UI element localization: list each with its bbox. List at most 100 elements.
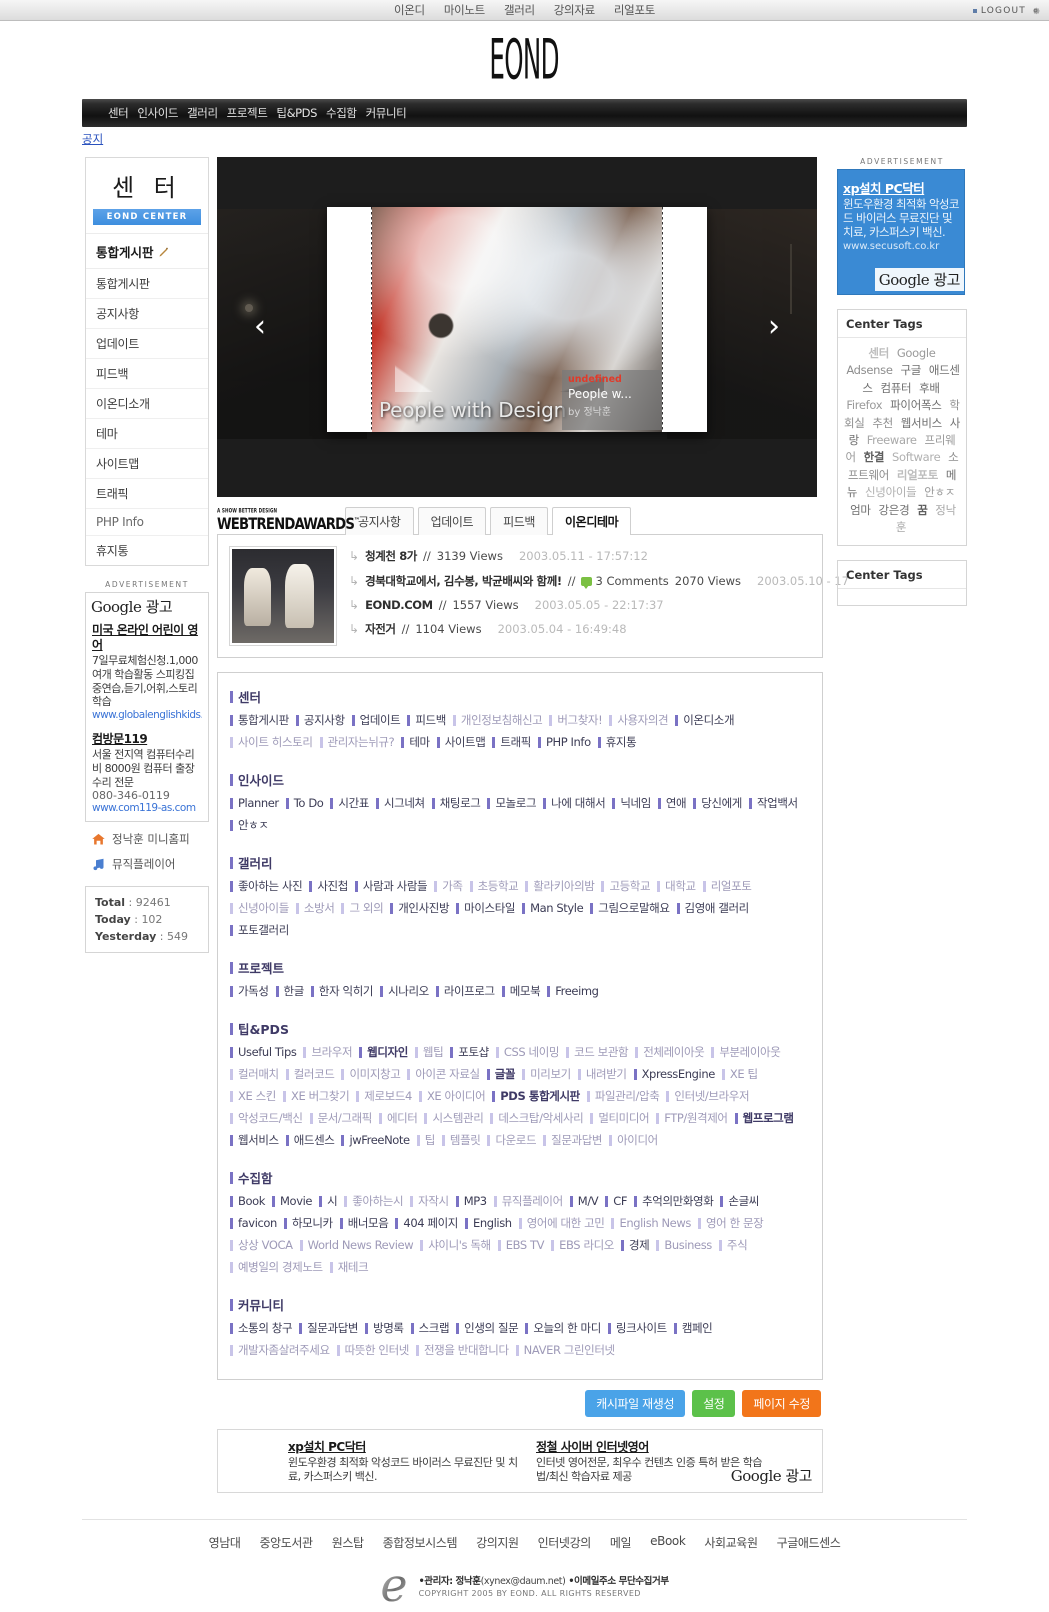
sitemap-link[interactable]: 에디터 [378, 1109, 418, 1129]
right-google-ad[interactable]: xp설치 PC닥터 윈도우환경 최적화 악성코드 바이러스 무료진단 및 치료,… [837, 169, 965, 295]
tab-3[interactable]: 이온디테마 [552, 507, 632, 535]
top-nav-item-0[interactable]: 이온디 [394, 2, 425, 18]
main-nav-item-1[interactable]: 인사이드 [137, 105, 178, 121]
sitemap-link[interactable]: 통합게시판 [230, 711, 289, 731]
sitemap-link[interactable]: CSS 네이밍 [495, 1043, 559, 1063]
regenerate-cache-button[interactable]: 캐시파일 재생성 [585, 1390, 686, 1417]
sitemap-link[interactable]: 전체레이아웃 [635, 1043, 705, 1063]
quick-link-musicplayer[interactable]: 뮤직플레이어 [91, 856, 209, 872]
tag-item[interactable]: 컴퓨터 [880, 381, 911, 395]
sitemap-link[interactable]: 한글 [275, 982, 304, 1002]
ad-title[interactable]: 정철 사이버 인터넷영어 [536, 1440, 766, 1455]
post-title[interactable]: 자전거 [365, 621, 396, 637]
footer-nav-item[interactable]: 강의지원 [476, 1534, 519, 1551]
top-nav-item-4[interactable]: 리얼포토 [614, 2, 655, 18]
sitemap-link[interactable]: EBS 라디오 [551, 1236, 614, 1256]
ad-url[interactable]: www.com119-as.com [92, 802, 202, 814]
sitemap-link[interactable]: 시나리오 [380, 982, 429, 1002]
sitemap-link[interactable]: 손글씨 [720, 1192, 759, 1212]
sitemap-link[interactable]: Planner [230, 794, 279, 814]
sitemap-link[interactable]: 코드 보관함 [566, 1043, 629, 1063]
sitemap-link[interactable]: 템플릿 [441, 1131, 481, 1151]
sub-nav-notice-link[interactable]: 공지 [82, 132, 103, 146]
sitemap-link[interactable]: 채팅로그 [431, 794, 481, 814]
top-nav-item-2[interactable]: 갤러리 [504, 2, 535, 18]
sitemap-link[interactable]: 사진첩 [309, 877, 348, 897]
footer-nav-item[interactable]: eBook [650, 1534, 686, 1551]
sitemap-link[interactable]: 주식 [718, 1236, 748, 1256]
sitemap-link[interactable]: 팁 [416, 1131, 435, 1151]
sitemap-link[interactable]: 메모북 [501, 982, 541, 1002]
sitemap-link[interactable]: 개인사진방 [390, 899, 450, 919]
sitemap-link[interactable]: 이미지창고 [341, 1065, 401, 1085]
logout-button[interactable]: LOGOUT [972, 0, 1041, 21]
tag-item[interactable]: 후배 [919, 381, 940, 395]
sitemap-link[interactable]: 안ㅎㅈ [230, 816, 269, 836]
sitemap-link[interactable]: 모놀로그 [487, 794, 537, 814]
tag-item[interactable]: 강은경 [879, 503, 910, 517]
tag-item[interactable]: 파이어폭스 [890, 398, 942, 412]
footer-nav-item[interactable]: 영남대 [209, 1534, 241, 1551]
sitemap-link[interactable]: 경제 [621, 1236, 650, 1256]
sitemap-link[interactable]: 가독성 [230, 982, 269, 1002]
sitemap-link[interactable]: PHP Info [537, 733, 591, 753]
footer-nav-item[interactable]: 사회교육원 [704, 1534, 758, 1551]
ad-url[interactable]: www.globalenglishkids.c [92, 709, 202, 721]
tag-item[interactable]: 리얼포토 [897, 468, 938, 482]
sitemap-link[interactable]: EBS TV [497, 1236, 545, 1256]
post-title[interactable]: 청계천 8가 [365, 548, 417, 564]
sitemap-link[interactable]: 사람과 사람들 [354, 877, 428, 897]
ad-title[interactable]: xp설치 PC닥터 [838, 170, 964, 197]
footer-nav-item[interactable]: 인터넷강의 [538, 1534, 592, 1551]
sitemap-link[interactable]: 리얼포토 [702, 877, 752, 897]
tag-item[interactable]: 구글 [900, 363, 921, 377]
sitemap-link[interactable]: 마이스타일 [456, 899, 515, 919]
ad-title[interactable]: xp설치 PC닥터 [288, 1440, 518, 1455]
ad-url[interactable]: www.secusoft.co.kr [838, 239, 964, 252]
slideshow-next-arrow[interactable]: › [768, 312, 780, 342]
main-nav-item-0[interactable]: 센터 [108, 105, 129, 121]
sitemap-link[interactable]: favicon [230, 1214, 277, 1234]
site-logo[interactable]: EOND [490, 28, 560, 92]
footer-nav-item[interactable]: 종합정보시스템 [383, 1534, 458, 1551]
sitemap-link[interactable]: 문서/그래픽 [309, 1109, 372, 1129]
sitemap-link[interactable]: 사용자의견 [609, 711, 669, 731]
post-row[interactable]: ↳ 청계천 8가 // 3139 Views 2003.05.11 - 17:5… [349, 548, 849, 564]
main-nav-item-5[interactable]: 수집함 [326, 105, 357, 121]
sitemap-link[interactable]: 버그찾자! [549, 711, 603, 731]
ad-title[interactable]: 컴방문119 [92, 732, 202, 747]
tag-item[interactable]: 엄마 [850, 503, 871, 517]
sitemap-link[interactable]: Business [656, 1236, 712, 1256]
sidebar-item-4[interactable]: 이온디소개 [86, 389, 208, 419]
sitemap-link[interactable]: 시스템관리 [424, 1109, 484, 1129]
sitemap-link[interactable]: 재테크 [329, 1258, 369, 1278]
slideshow-prev-arrow[interactable]: ‹ [254, 312, 266, 342]
sitemap-link[interactable]: 나에 대해서 [543, 794, 606, 814]
sitemap-link[interactable]: 휴지통 [597, 733, 637, 753]
sitemap-link[interactable]: 피드백 [407, 711, 446, 731]
footer-nav-item[interactable]: 원스탑 [332, 1534, 364, 1551]
sitemap-link[interactable]: 트래픽 [492, 733, 531, 753]
quick-link-minihompy[interactable]: 정낙훈 미니홈피 [91, 831, 209, 847]
sitemap-link[interactable]: 라이프로그 [435, 982, 495, 1002]
sitemap-link[interactable]: 개인정보침해신고 [452, 711, 543, 731]
sitemap-link[interactable]: 자작시 [410, 1192, 449, 1212]
tag-item[interactable]: 꿈 [917, 503, 928, 517]
eond-center-badge[interactable]: EOND CENTER [93, 209, 201, 225]
sitemap-link[interactable]: 다운로드 [487, 1131, 537, 1151]
sitemap-link[interactable]: 파일관리/압축 [586, 1087, 660, 1107]
sitemap-link[interactable]: 웹프로그램 [734, 1109, 794, 1129]
sitemap-link[interactable]: 소통의 창구 [230, 1319, 293, 1339]
sidebar-menu-heading[interactable]: 통합게시판 [86, 234, 208, 269]
sitemap-link[interactable]: 웹팁 [414, 1043, 444, 1063]
footer-nav-item[interactable]: 중앙도서관 [259, 1534, 313, 1551]
sitemap-link[interactable]: 개발자좀살려주세요 [230, 1341, 330, 1361]
tag-item[interactable]: 웹서비스 [901, 416, 942, 430]
sitemap-link[interactable]: 스크랩 [410, 1319, 450, 1339]
sitemap-link[interactable]: XE 팁 [721, 1065, 758, 1085]
sitemap-link[interactable]: PDS 통합게시판 [492, 1087, 580, 1107]
post-thumbnail[interactable] [229, 546, 337, 646]
sitemap-link[interactable]: XE 스킨 [230, 1087, 276, 1107]
sitemap-link[interactable]: 하모니카 [283, 1214, 333, 1234]
sitemap-link[interactable]: World News Review [299, 1236, 414, 1256]
